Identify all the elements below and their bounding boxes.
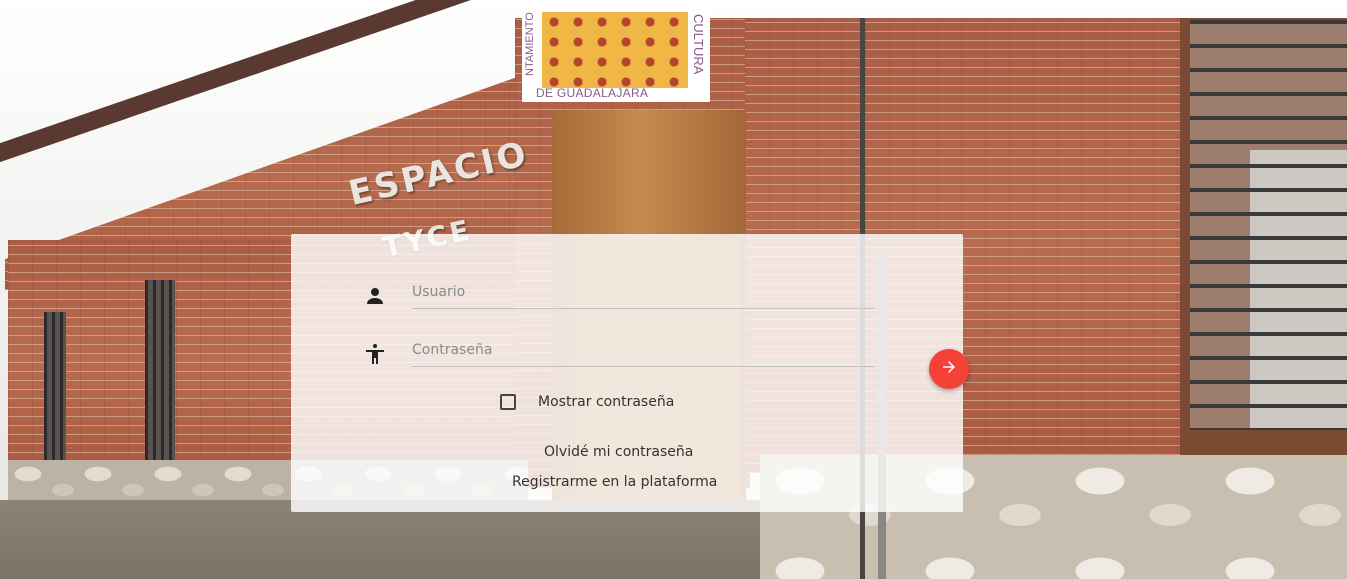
password-input[interactable] <box>412 336 874 367</box>
side-window <box>145 280 175 460</box>
logo-pattern <box>542 12 688 88</box>
username-input[interactable] <box>412 278 874 309</box>
login-card: Mostrar contraseña Olvidé mi contraseña … <box>291 234 963 512</box>
accessibility-icon <box>363 342 387 366</box>
window-grill <box>1190 20 1347 430</box>
logo-right-text: CULTURA <box>691 14 706 75</box>
password-field <box>291 336 963 376</box>
checkbox-unchecked-icon[interactable] <box>500 394 516 410</box>
register-link[interactable]: Registrarme en la plataforma <box>512 474 717 490</box>
person-icon <box>363 284 387 308</box>
show-password-row[interactable]: Mostrar contraseña <box>500 390 674 414</box>
logo-bottom-text: DE GUADALAJARA <box>536 86 649 100</box>
side-window <box>44 312 66 460</box>
username-field <box>291 278 963 318</box>
forgot-password-link[interactable]: Olvidé mi contraseña <box>544 444 693 460</box>
site-logo: NTAMIENTO DE GUADALAJARA CULTURA <box>522 12 710 102</box>
show-password-label: Mostrar contraseña <box>538 394 675 410</box>
submit-button[interactable] <box>929 349 969 389</box>
arrow-right-icon <box>940 358 958 380</box>
